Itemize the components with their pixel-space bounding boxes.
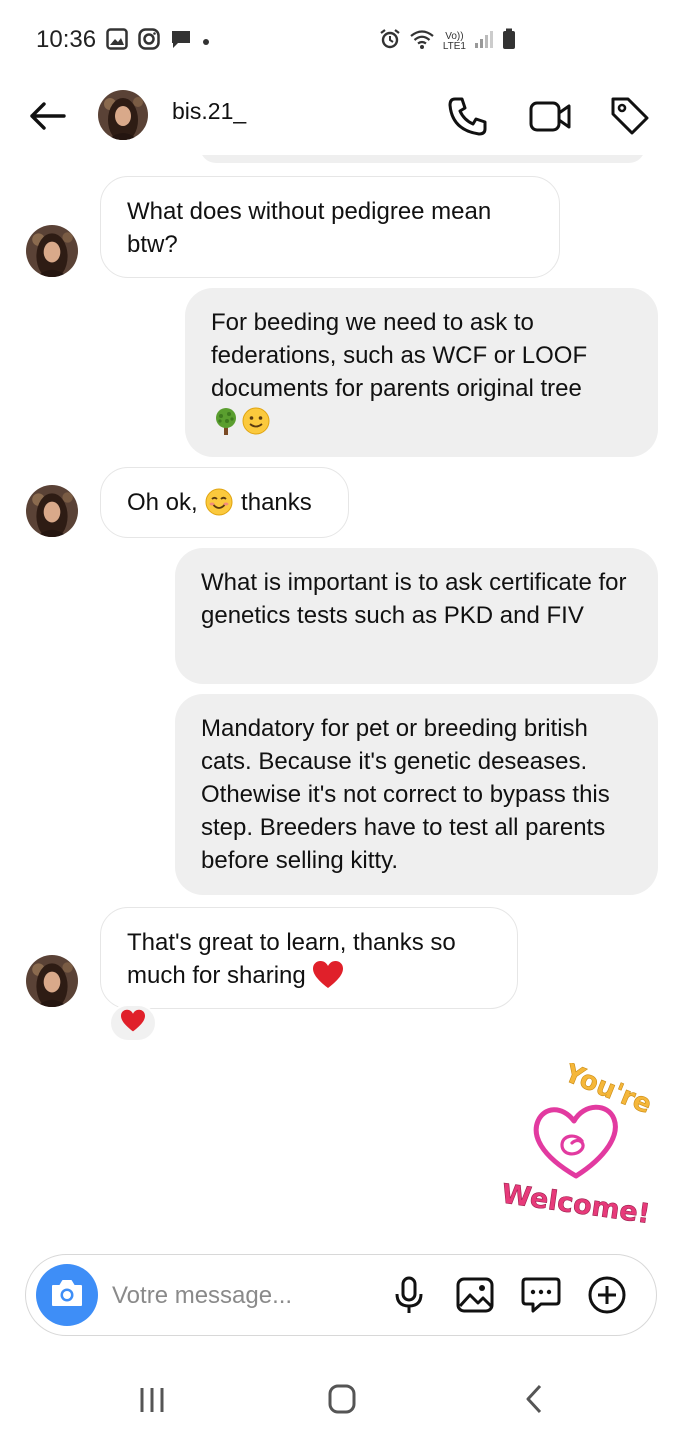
signal-strength-icon [474, 29, 494, 54]
status-bar: 10:36 Vo)) LTE1 [0, 0, 682, 80]
home-icon[interactable] [320, 1380, 364, 1420]
message-composer [25, 1254, 657, 1336]
message-thread[interactable]: What does without pedigree mean btw? For… [0, 155, 682, 1250]
smiling-face-emoji [204, 487, 234, 526]
back-arrow-icon[interactable] [26, 98, 70, 134]
system-navigation-bar [0, 1350, 682, 1440]
chat-username[interactable]: bis.21_ [172, 98, 246, 125]
red-heart-emoji [120, 1009, 146, 1038]
camera-icon [50, 1278, 84, 1313]
microphone-icon[interactable] [388, 1274, 430, 1316]
chat-header: bis.21_ [0, 80, 682, 155]
sticker-line2: Welcome! [499, 1179, 652, 1228]
add-plus-icon[interactable] [586, 1274, 628, 1316]
message-text: What is important is to ask certificate … [201, 569, 627, 629]
wifi-icon [409, 28, 435, 55]
camera-button[interactable] [36, 1264, 98, 1326]
video-camera-icon[interactable] [528, 94, 572, 138]
message-text: Mandatory for pet or breeding british ca… [201, 715, 610, 874]
sender-avatar[interactable] [26, 225, 78, 277]
heart-reaction-badge[interactable] [109, 1004, 157, 1042]
more-notifications-dot-icon [202, 33, 210, 51]
message-notification-icon [170, 28, 192, 55]
incoming-message[interactable]: That's great to learn, thanks so much fo… [100, 907, 518, 1009]
gallery-notification-icon [106, 28, 128, 55]
message-text: That's great to learn, thanks so much fo… [127, 929, 456, 989]
sender-avatar[interactable] [26, 485, 78, 537]
volte-label: Vo)) [445, 30, 464, 42]
recent-apps-icon[interactable] [130, 1380, 174, 1420]
system-status-icons: Vo)) LTE1 [379, 28, 516, 55]
lte-label: LTE1 [442, 40, 466, 52]
instagram-notification-icon [138, 28, 160, 55]
message-text-part1: Oh ok, [127, 489, 198, 516]
gallery-icon[interactable] [454, 1274, 496, 1316]
outgoing-message[interactable]: Mandatory for pet or breeding british ca… [175, 694, 658, 895]
message-text-part2: thanks [241, 489, 312, 516]
sticker-chat-icon[interactable] [520, 1274, 562, 1316]
previous-message-edge [200, 155, 645, 163]
battery-icon [502, 28, 516, 55]
outgoing-message[interactable]: For beeding we need to ask to federation… [185, 288, 658, 457]
message-input[interactable] [112, 1277, 382, 1315]
message-text: What does without pedigree mean btw? [127, 198, 492, 258]
message-text: For beeding we need to ask to federation… [211, 309, 588, 402]
incoming-message[interactable]: Oh ok, thanks [100, 467, 349, 538]
tree-emoji [211, 406, 241, 445]
youre-welcome-sticker[interactable]: You're Welcome! [496, 1058, 656, 1231]
network-type-label: Vo)) LTE1 [442, 30, 466, 52]
red-heart-emoji [312, 960, 344, 999]
slightly-smiling-face-emoji [241, 406, 271, 445]
phone-icon[interactable] [446, 94, 490, 138]
notification-icons [106, 28, 210, 55]
header-avatar[interactable] [98, 90, 148, 140]
outgoing-message[interactable]: What is important is to ask certificate … [175, 548, 658, 684]
sender-avatar[interactable] [26, 955, 78, 1007]
alarm-icon [379, 28, 401, 55]
status-time: 10:36 [36, 26, 97, 53]
tag-icon[interactable] [608, 94, 652, 138]
back-nav-icon[interactable] [512, 1380, 556, 1420]
incoming-message[interactable]: What does without pedigree mean btw? [100, 176, 560, 278]
